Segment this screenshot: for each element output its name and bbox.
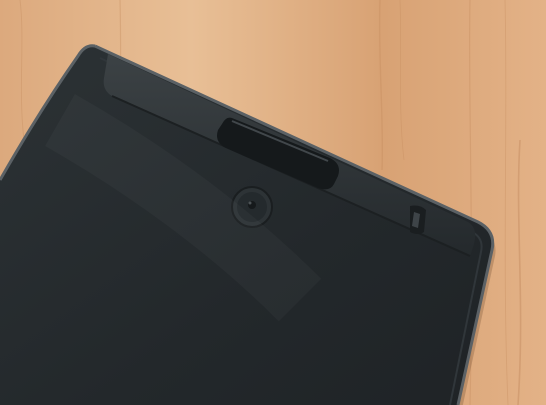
photo-canvas (0, 0, 546, 405)
photo-scene (0, 0, 546, 405)
latch-clip (410, 205, 426, 234)
